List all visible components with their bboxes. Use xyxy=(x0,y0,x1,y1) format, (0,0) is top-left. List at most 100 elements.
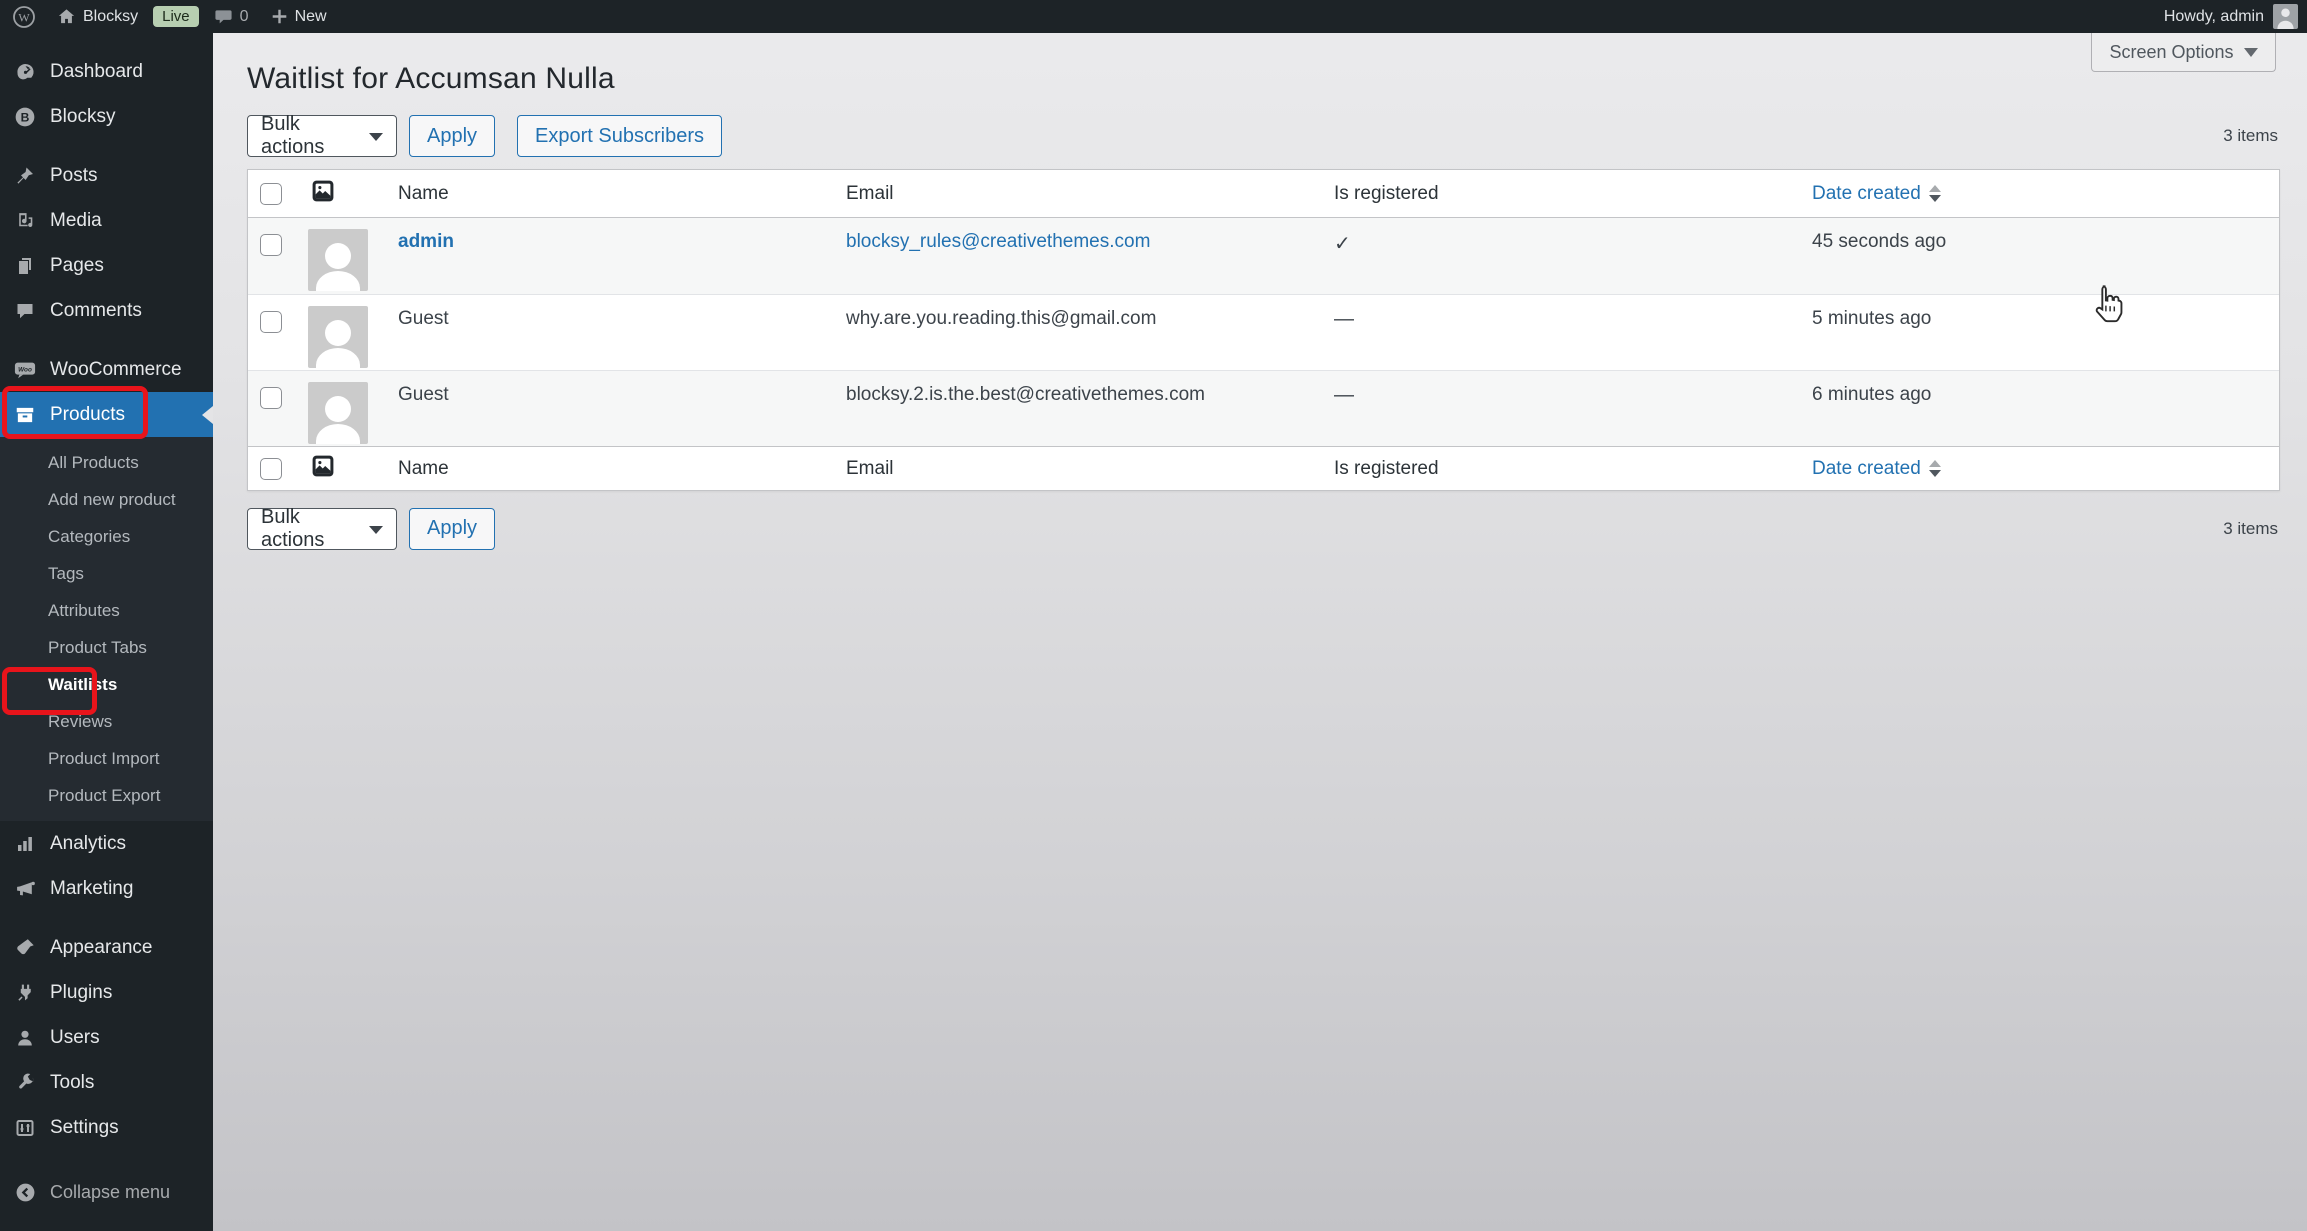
export-subscribers-button[interactable]: Export Subscribers xyxy=(517,115,722,157)
new-content-button[interactable]: New xyxy=(260,0,338,33)
sidebar-item-settings[interactable]: Settings xyxy=(0,1105,213,1150)
waitlist-table: Name Email Is registered Date created ad… xyxy=(247,169,2280,491)
bulk-actions-label: Bulk actions xyxy=(261,505,325,551)
sidebar-item-label: Products xyxy=(50,403,125,425)
row-checkbox[interactable] xyxy=(260,311,282,333)
plus-icon xyxy=(272,9,286,24)
sidebar-item-comments[interactable]: Comments xyxy=(0,288,213,333)
registered-check-icon: ✓ xyxy=(1334,233,1351,255)
sidebar-item-label: Pages xyxy=(50,254,104,276)
menu-separator xyxy=(0,333,213,347)
sidebar-item-label: Media xyxy=(50,209,102,231)
appearance-icon xyxy=(14,937,36,959)
apply-button[interactable]: Apply xyxy=(409,115,496,157)
sidebar-item-marketing[interactable]: Marketing xyxy=(0,866,213,911)
subscriber-email: blocksy.2.is.the.best@creativethemes.com xyxy=(846,384,1205,405)
chevron-down-icon xyxy=(369,133,383,141)
column-header-date-sort[interactable]: Date created xyxy=(1812,458,1941,480)
sidebar-item-label: Blocksy xyxy=(50,105,116,127)
current-item-arrow xyxy=(202,405,213,424)
avatar xyxy=(308,306,368,368)
site-name: Blocksy xyxy=(83,7,139,25)
media-icon xyxy=(14,210,36,232)
bulk-actions-select-bottom[interactable]: Bulk actions xyxy=(247,505,397,551)
top-controls: Bulk actions Apply Export Subscribers 3 … xyxy=(247,113,2278,158)
avatar xyxy=(308,229,368,291)
submenu-item-waitlists[interactable]: Waitlists xyxy=(0,666,213,703)
select-all-checkbox[interactable] xyxy=(260,457,282,480)
subscriber-name: Guest xyxy=(398,384,449,405)
svg-text:B: B xyxy=(21,110,30,124)
pages-icon xyxy=(14,255,36,277)
screen-options-button[interactable]: Screen Options xyxy=(2091,33,2276,72)
submenu-item-product-import[interactable]: Product Import xyxy=(0,740,213,777)
woocommerce-icon: Woo xyxy=(14,359,36,381)
submenu-item-reviews[interactable]: Reviews xyxy=(0,703,213,740)
sidebar-item-products[interactable]: Products xyxy=(0,392,213,437)
items-count: 3 items xyxy=(2223,126,2278,145)
sidebar-item-label: Settings xyxy=(50,1116,119,1138)
avatar xyxy=(308,382,368,444)
users-icon xyxy=(14,1027,36,1049)
sidebar-item-analytics[interactable]: Analytics xyxy=(0,821,213,866)
bulk-actions-select[interactable]: Bulk actions xyxy=(247,113,397,158)
sidebar-item-tools[interactable]: Tools xyxy=(0,1060,213,1105)
wordpress-menu-button[interactable]: W xyxy=(0,0,46,33)
user-avatar[interactable] xyxy=(2273,4,2298,29)
apply-button-bottom[interactable]: Apply xyxy=(409,507,496,550)
bottom-controls: Bulk actions Apply 3 items xyxy=(247,505,2278,551)
submenu-item-add-new-product[interactable]: Add new product xyxy=(0,481,213,518)
column-header-email: Email xyxy=(839,446,1314,490)
sidebar-item-label: Marketing xyxy=(50,877,134,899)
apply-label: Apply xyxy=(427,517,478,539)
submenu-item-all-products[interactable]: All Products xyxy=(0,444,213,481)
comments-indicator[interactable]: 0 xyxy=(203,0,260,33)
submenu-item-attributes[interactable]: Attributes xyxy=(0,592,213,629)
column-header-registered: Is registered xyxy=(1314,170,1801,218)
sidebar-item-pages[interactable]: Pages xyxy=(0,243,213,288)
collapse-menu-button[interactable]: Collapse menu xyxy=(0,1170,213,1215)
image-column-icon xyxy=(312,455,334,476)
table-footer-row: Name Email Is registered Date created xyxy=(248,446,2279,490)
live-badge: Live xyxy=(153,6,199,27)
sidebar-item-label: Dashboard xyxy=(50,60,143,82)
table-row: Guest blocksy.2.is.the.best@creativethem… xyxy=(248,370,2279,446)
submenu-item-tags[interactable]: Tags xyxy=(0,555,213,592)
sidebar-item-woocommerce[interactable]: Woo WooCommerce xyxy=(0,347,213,392)
subscriber-name: Guest xyxy=(398,308,449,329)
sidebar-item-appearance[interactable]: Appearance xyxy=(0,925,213,970)
column-header-date-sort[interactable]: Date created xyxy=(1812,183,1941,205)
submenu-item-product-tabs[interactable]: Product Tabs xyxy=(0,629,213,666)
row-checkbox[interactable] xyxy=(260,387,282,409)
sidebar-item-dashboard[interactable]: Dashboard xyxy=(0,49,213,94)
date-created-value: 6 minutes ago xyxy=(1812,384,1932,405)
row-checkbox[interactable] xyxy=(260,234,282,256)
new-label: New xyxy=(294,7,327,25)
avatar-person-icon xyxy=(2277,8,2294,29)
sidebar-item-plugins[interactable]: Plugins xyxy=(0,970,213,1015)
sidebar-item-users[interactable]: Users xyxy=(0,1015,213,1060)
products-icon xyxy=(14,404,36,426)
marketing-icon xyxy=(14,878,36,900)
howdy-label[interactable]: Howdy, admin xyxy=(2164,8,2264,26)
collapse-arrow-icon xyxy=(14,1182,36,1204)
sidebar-item-label: Appearance xyxy=(50,936,153,958)
submenu-item-categories[interactable]: Categories xyxy=(0,518,213,555)
site-link[interactable]: Blocksy xyxy=(46,0,149,33)
sidebar-item-blocksy[interactable]: B Blocksy xyxy=(0,94,213,139)
screen-options-label: Screen Options xyxy=(2109,41,2234,62)
submenu-item-product-export[interactable]: Product Export xyxy=(0,777,213,814)
sidebar-item-posts[interactable]: Posts xyxy=(0,153,213,198)
sidebar-item-label: Comments xyxy=(50,299,142,321)
subscriber-name-link[interactable]: admin xyxy=(398,231,454,252)
sidebar-item-media[interactable]: Media xyxy=(0,198,213,243)
date-created-value: 45 seconds ago xyxy=(1812,231,1947,252)
sidebar-item-label: Users xyxy=(50,1026,100,1048)
column-header-email: Email xyxy=(839,170,1314,218)
triangle-down-icon xyxy=(2243,47,2258,57)
apply-label: Apply xyxy=(427,124,478,147)
export-subscribers-label: Export Subscribers xyxy=(535,124,704,147)
subscriber-email-link[interactable]: blocksy_rules@creativethemes.com xyxy=(846,231,1150,252)
select-all-checkbox[interactable] xyxy=(260,182,282,205)
not-registered-dash-icon: — xyxy=(1334,308,1354,330)
